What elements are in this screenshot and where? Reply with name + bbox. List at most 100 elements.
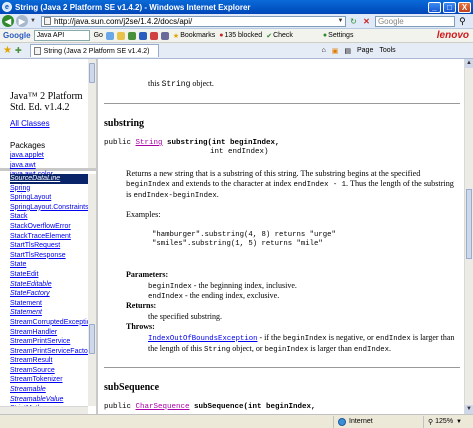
class-link[interactable]: Statement (10, 308, 96, 318)
param-row: beginIndex - the beginning index, inclus… (148, 281, 297, 291)
package-frame: Java™ 2 Platform Std. Ed. v1.4.2 All Cla… (0, 59, 96, 178)
content-scroll-thumb[interactable] (466, 189, 472, 259)
popup-blocked-icon[interactable]: ● (219, 32, 223, 39)
package-link[interactable]: java.applet (10, 152, 44, 159)
bookmarks-button[interactable]: Bookmarks (180, 32, 215, 39)
class-link[interactable]: Statement (10, 299, 96, 309)
class-link[interactable]: Stack (10, 212, 96, 222)
tab-bar: ★ ✚ String (Java 2 Platform SE v1.4.2) ⌂… (0, 43, 473, 59)
class-link[interactable]: StartTlsRequest (10, 241, 96, 251)
address-dropdown-icon[interactable]: ▼ (336, 18, 345, 24)
class-link[interactable]: SpringLayout.Constraints (10, 203, 96, 213)
class-link[interactable]: StreamTokenizer (10, 375, 96, 385)
class-link[interactable]: SourceDataLine (10, 174, 96, 184)
exception-link[interactable]: IndexOutOfBoundsException (148, 335, 257, 343)
sig-rest: substring(int beginIndex, (162, 139, 280, 147)
content-scrollbar[interactable]: ▲ ▼ (464, 59, 473, 414)
google-search-field[interactable]: Java API (33, 30, 90, 41)
class-link[interactable]: StreamCorruptedException (10, 318, 96, 328)
zoom-level[interactable]: 125% (435, 418, 453, 425)
minimize-button[interactable]: _ (428, 1, 441, 13)
refresh-icon[interactable]: ↻ (348, 16, 359, 27)
class-scroll-thumb[interactable] (89, 324, 95, 354)
desc-text: . (216, 190, 219, 200)
desc-code: endIndex-beginIndex (133, 192, 217, 201)
home-icon[interactable]: ⌂ (322, 47, 326, 54)
class-link[interactable]: StreamSource (10, 366, 96, 376)
search-input[interactable]: Google (374, 15, 455, 27)
class-link[interactable]: Spring (10, 184, 96, 194)
prev-code: String (161, 80, 191, 89)
package-scroll-thumb[interactable] (89, 63, 95, 83)
close-button[interactable]: X (458, 1, 471, 13)
sig-public: public (104, 403, 136, 411)
class-link[interactable]: StreamHandler (10, 328, 96, 338)
star-icon[interactable]: ★ (173, 32, 179, 40)
throws-code: beginIndex (282, 335, 327, 343)
globe-icon (338, 417, 346, 426)
spellcheck-icon[interactable]: ✔ (266, 32, 272, 40)
back-button[interactable]: ◀ (2, 15, 14, 27)
class-link[interactable]: Streamable (10, 385, 96, 395)
address-field[interactable]: http://java.sun.com/j2se/1.4.2/docs/api/… (40, 15, 346, 27)
zone-panel: Internet (333, 415, 423, 428)
class-link[interactable]: SpringLayout (10, 193, 96, 203)
window-title: String (Java 2 Platform SE v1.4.2) - Win… (15, 2, 251, 12)
scroll-down-icon[interactable]: ▼ (465, 405, 473, 414)
favorites-star-icon[interactable]: ★ (3, 45, 12, 56)
method-signature-line2: int endIndex) (210, 148, 269, 156)
string-type-link[interactable]: String (136, 139, 163, 147)
feeds-icon[interactable]: ▣ (332, 47, 339, 55)
class-link[interactable]: StreamPrintServiceFactory (10, 347, 96, 357)
popup-blocked-count[interactable]: 135 blocked (224, 32, 262, 39)
scroll-up-icon[interactable]: ▲ (465, 59, 473, 68)
zoom-panel[interactable]: ⚲ 125% ▼ (423, 415, 473, 428)
throws-code: endIndex (353, 346, 389, 354)
toolbar-icon-4[interactable] (138, 31, 147, 40)
charsequence-type-link[interactable]: CharSequence (136, 403, 190, 411)
toolbar-icon-6[interactable] (160, 31, 169, 40)
param-name: endIndex (148, 293, 184, 301)
search-icon[interactable]: ⚲ (457, 16, 468, 27)
add-favorites-icon[interactable]: ✚ (15, 46, 22, 55)
throws-text: is negative, or (326, 333, 376, 342)
class-link[interactable]: StackOverflowError (10, 222, 96, 232)
zoom-icon: ⚲ (428, 418, 434, 426)
package-frame-scrollbar[interactable] (88, 59, 96, 168)
class-link[interactable]: StateFactory (10, 289, 96, 299)
address-url[interactable]: http://java.sun.com/j2se/1.4.2/docs/api/ (54, 17, 336, 26)
print-icon[interactable]: ▤ (344, 47, 351, 55)
example-line: "smiles".substring(1, 5) returns "mile" (152, 240, 323, 248)
param-row: endIndex - the ending index, exclusive. (148, 291, 279, 301)
page-menu[interactable]: Page (357, 47, 373, 54)
class-link[interactable]: StateEdit (10, 270, 96, 280)
toolbar-icon-3[interactable] (127, 31, 136, 40)
tab-active[interactable]: String (Java 2 Platform SE v1.4.2) (29, 44, 159, 57)
tools-menu[interactable]: Tools (379, 47, 395, 54)
forward-button[interactable]: ▶ (16, 15, 28, 27)
settings-button[interactable]: Settings (328, 32, 353, 39)
google-go-button[interactable]: Go (94, 32, 103, 39)
settings-icon[interactable]: ● (323, 32, 327, 39)
all-classes-link[interactable]: All Classes (10, 119, 50, 128)
class-link[interactable]: StreamResult (10, 356, 96, 366)
class-link[interactable]: StreamPrintService (10, 337, 96, 347)
zoom-dropdown-icon[interactable]: ▼ (456, 419, 462, 425)
class-link[interactable]: StartTlsResponse (10, 251, 96, 261)
package-link[interactable]: java.awt (10, 162, 36, 169)
page-icon (43, 17, 51, 25)
class-frame-hscrollbar[interactable] (0, 406, 88, 414)
toolbar-icon-1[interactable] (105, 31, 114, 40)
class-link[interactable]: StreamableValue (10, 395, 96, 405)
class-frame-scrollbar[interactable] (88, 174, 96, 406)
check-button[interactable]: Check (273, 32, 293, 39)
toolbar-icon-2[interactable] (116, 31, 125, 40)
class-link[interactable]: StackTraceElement (10, 232, 96, 242)
desc-text: and extends to the character at index (169, 179, 294, 189)
stop-icon[interactable]: ✕ (361, 16, 372, 27)
class-link[interactable]: State (10, 260, 96, 270)
maximize-button[interactable]: □ (443, 1, 456, 13)
class-link[interactable]: StateEditable (10, 280, 96, 290)
history-dropdown-icon[interactable]: ▼ (30, 18, 36, 24)
toolbar-icon-5[interactable] (149, 31, 158, 40)
